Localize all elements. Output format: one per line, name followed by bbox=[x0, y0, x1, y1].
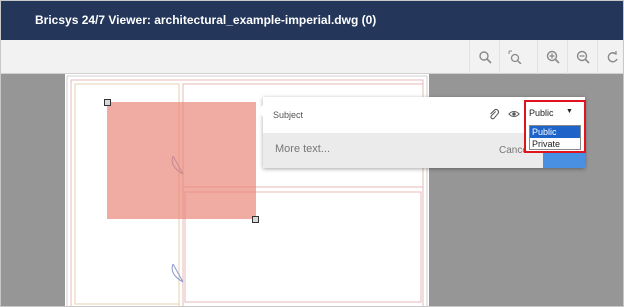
toolbar bbox=[1, 40, 623, 74]
visibility-options-list: Public Private bbox=[529, 125, 581, 150]
paperclip-icon[interactable] bbox=[487, 107, 501, 121]
eye-icon[interactable] bbox=[507, 107, 521, 121]
visibility-select[interactable]: Public ▼ Public Private bbox=[524, 100, 586, 153]
window-title: Bricsys 24/7 Viewer: architectural_examp… bbox=[35, 13, 377, 27]
rectangle-markup[interactable] bbox=[107, 102, 256, 219]
zoom-out-icon[interactable] bbox=[567, 40, 597, 74]
viewer-window: Bricsys 24/7 Viewer: architectural_examp… bbox=[0, 0, 624, 307]
visibility-selected-value[interactable]: Public bbox=[529, 108, 554, 118]
zoom-in-icon[interactable] bbox=[537, 40, 567, 74]
resize-handle-top-left[interactable] bbox=[104, 99, 111, 106]
title-bar: Bricsys 24/7 Viewer: architectural_examp… bbox=[1, 1, 623, 40]
option-public[interactable]: Public bbox=[530, 126, 580, 138]
rotate-icon[interactable] bbox=[597, 40, 623, 74]
body-text-input[interactable]: More text... bbox=[275, 143, 330, 155]
zoom-window-icon[interactable] bbox=[499, 40, 529, 74]
subject-input[interactable]: Subject bbox=[273, 110, 303, 120]
option-private[interactable]: Private bbox=[530, 138, 580, 150]
zoom-icon[interactable] bbox=[469, 40, 499, 74]
dropdown-arrow-icon[interactable]: ▼ bbox=[566, 108, 573, 115]
popup-pointer bbox=[257, 105, 263, 117]
resize-handle-bottom-right[interactable] bbox=[252, 216, 259, 223]
